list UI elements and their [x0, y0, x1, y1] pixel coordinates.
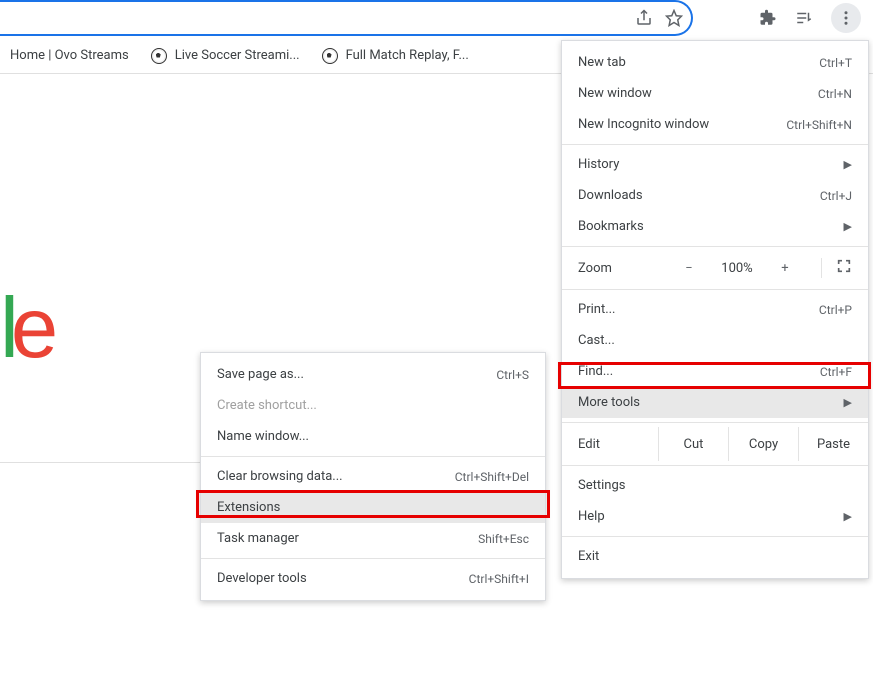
soccer-ball-icon: [322, 48, 338, 64]
share-icon[interactable]: [635, 9, 653, 27]
menu-separator: [562, 289, 868, 290]
zoom-value: 100%: [713, 261, 761, 276]
zoom-in-button[interactable]: +: [773, 261, 797, 276]
menu-accel: Ctrl+S: [496, 368, 529, 382]
menu-accel: Ctrl+N: [818, 87, 852, 101]
star-icon[interactable]: [665, 9, 683, 27]
menu-item-help[interactable]: Help ▶: [562, 501, 868, 532]
menu-button[interactable]: [831, 3, 861, 33]
menu-label: New Incognito window: [578, 117, 786, 132]
submenu-item-extensions[interactable]: Extensions: [201, 492, 545, 523]
submenu-item-clear-data[interactable]: Clear browsing data...Ctrl+Shift+Del: [201, 461, 545, 492]
menu-item-new-window[interactable]: New windowCtrl+N: [562, 78, 868, 109]
bookmark-item[interactable]: Home | Ovo Streams: [10, 48, 129, 63]
browser-toolbar: [0, 0, 873, 38]
menu-accel: Ctrl+Shift+Del: [455, 470, 529, 484]
submenu-item-task-manager[interactable]: Task managerShift+Esc: [201, 523, 545, 554]
menu-accel: Ctrl+T: [819, 56, 852, 70]
menu-label: Exit: [578, 549, 852, 564]
menu-item-print[interactable]: Print...Ctrl+P: [562, 294, 868, 325]
fullscreen-button[interactable]: [821, 258, 852, 278]
menu-label: Extensions: [217, 500, 529, 515]
menu-item-new-tab[interactable]: New tabCtrl+T: [562, 47, 868, 78]
reading-list-icon[interactable]: [795, 9, 813, 27]
kebab-icon: [837, 9, 855, 27]
menu-accel: Ctrl+J: [820, 189, 852, 203]
menu-item-more-tools[interactable]: More tools ▶: [562, 387, 868, 418]
menu-separator: [562, 422, 868, 423]
edit-copy-button[interactable]: Copy: [728, 427, 798, 461]
menu-item-zoom: Zoom − 100% +: [562, 251, 868, 285]
menu-label: History: [578, 157, 836, 172]
menu-label: New window: [578, 86, 818, 101]
bookmark-item[interactable]: Live Soccer Streami...: [151, 48, 300, 64]
menu-item-history[interactable]: History ▶: [562, 149, 868, 180]
menu-accel: Ctrl+F: [820, 365, 852, 379]
menu-label: Create shortcut...: [217, 398, 529, 413]
menu-label: Zoom: [578, 261, 665, 276]
chevron-right-icon: ▶: [844, 510, 852, 523]
menu-separator: [562, 246, 868, 247]
menu-item-settings[interactable]: Settings: [562, 470, 868, 501]
menu-label: Settings: [578, 478, 852, 493]
menu-separator: [201, 558, 545, 559]
menu-separator: [562, 144, 868, 145]
menu-label: Downloads: [578, 188, 820, 203]
bookmark-item[interactable]: Full Match Replay, F...: [322, 48, 469, 64]
menu-item-exit[interactable]: Exit: [562, 541, 868, 572]
browser-main-menu: New tabCtrl+T New windowCtrl+N New Incog…: [561, 40, 869, 579]
menu-label: Name window...: [217, 429, 529, 444]
menu-label: More tools: [578, 395, 836, 410]
menu-label: Bookmarks: [578, 219, 836, 234]
menu-item-downloads[interactable]: DownloadsCtrl+J: [562, 180, 868, 211]
google-letter-e: e: [11, 281, 54, 376]
google-logo-fragment: le: [0, 280, 54, 378]
menu-item-bookmarks[interactable]: Bookmarks ▶: [562, 211, 868, 242]
more-tools-submenu: Save page as...Ctrl+S Create shortcut...…: [200, 352, 546, 601]
bookmark-label: Live Soccer Streami...: [175, 48, 300, 63]
menu-item-find[interactable]: Find...Ctrl+F: [562, 356, 868, 387]
address-bar[interactable]: [0, 0, 693, 36]
menu-label: Find...: [578, 364, 820, 379]
soccer-ball-icon: [151, 48, 167, 64]
menu-item-incognito[interactable]: New Incognito windowCtrl+Shift+N: [562, 109, 868, 140]
zoom-out-button[interactable]: −: [677, 261, 701, 276]
edit-paste-button[interactable]: Paste: [798, 427, 868, 461]
menu-separator: [201, 456, 545, 457]
submenu-item-dev-tools[interactable]: Developer toolsCtrl+Shift+I: [201, 563, 545, 594]
menu-label: Developer tools: [217, 571, 469, 586]
chevron-right-icon: ▶: [844, 220, 852, 233]
menu-accel: Ctrl+Shift+I: [469, 572, 529, 586]
menu-label: Task manager: [217, 531, 478, 546]
chevron-right-icon: ▶: [844, 158, 852, 171]
menu-label: Save page as...: [217, 367, 496, 382]
menu-label: Clear browsing data...: [217, 469, 455, 484]
menu-label: Cast...: [578, 333, 852, 348]
submenu-item-create-shortcut: Create shortcut...: [201, 390, 545, 421]
menu-item-edit: Edit Cut Copy Paste: [562, 427, 868, 461]
bookmark-label: Home | Ovo Streams: [10, 48, 129, 63]
menu-accel: Ctrl+Shift+N: [786, 118, 852, 132]
menu-label: Print...: [578, 302, 819, 317]
edit-cut-button[interactable]: Cut: [658, 427, 728, 461]
divider: [0, 462, 200, 463]
menu-accel: Shift+Esc: [478, 532, 529, 546]
menu-label: New tab: [578, 55, 819, 70]
menu-accel: Ctrl+P: [819, 303, 852, 317]
menu-separator: [562, 536, 868, 537]
bookmark-label: Full Match Replay, F...: [346, 48, 469, 63]
extensions-icon[interactable]: [759, 9, 777, 27]
menu-separator: [562, 465, 868, 466]
chevron-right-icon: ▶: [844, 396, 852, 409]
menu-label: Edit: [562, 427, 658, 461]
menu-item-cast[interactable]: Cast...: [562, 325, 868, 356]
submenu-item-name-window[interactable]: Name window...: [201, 421, 545, 452]
menu-label: Help: [578, 509, 836, 524]
submenu-item-save-page[interactable]: Save page as...Ctrl+S: [201, 359, 545, 390]
